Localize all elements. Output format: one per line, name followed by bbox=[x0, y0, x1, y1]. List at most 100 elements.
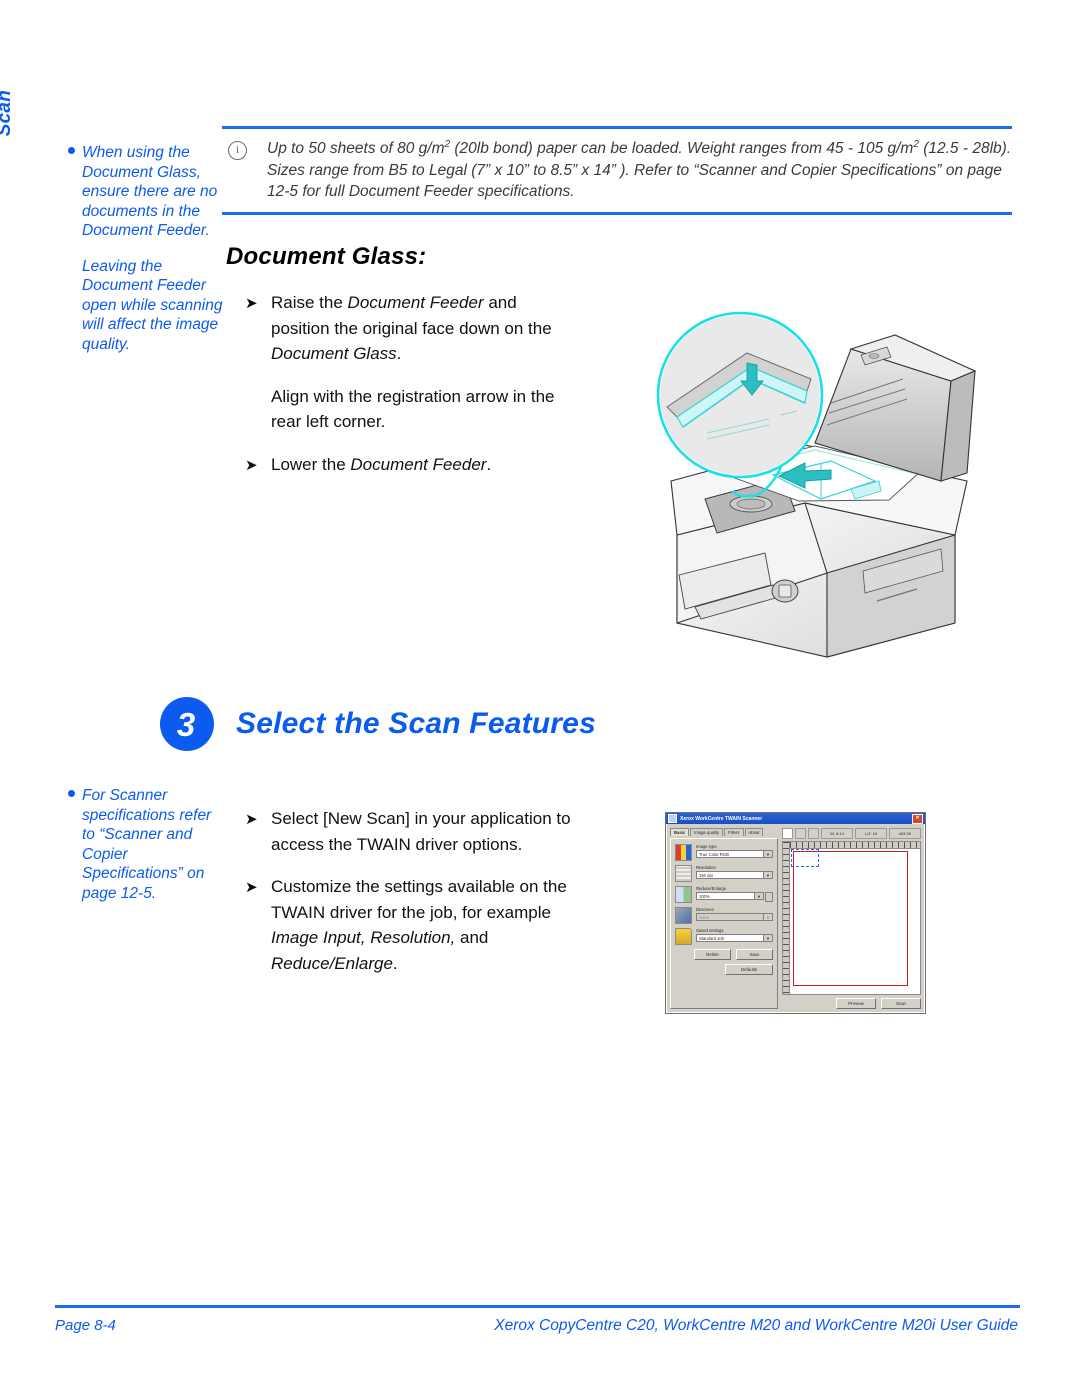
note-line-1a: Up to 50 sheets of 80 g/m bbox=[267, 140, 445, 157]
descreen-select[interactable]: None ▼ bbox=[696, 913, 773, 921]
instruction-item: ➤ Lower the Document Feeder. bbox=[245, 452, 575, 478]
instruction-text: Select [New Scan] in your application to… bbox=[271, 809, 571, 854]
tab-image-quality[interactable]: Image quality bbox=[690, 828, 724, 836]
step-title: Select the Scan Features bbox=[236, 707, 596, 740]
defaults-button[interactable]: Defaults bbox=[725, 964, 773, 975]
instruction-continuation: Align with the registration arrow in the… bbox=[271, 386, 555, 432]
resolution-grid-icon bbox=[675, 865, 692, 882]
reduce-enlarge-icon bbox=[675, 886, 692, 903]
field-label: Reduce/Enlarge bbox=[696, 886, 727, 891]
field-value: None bbox=[699, 914, 710, 920]
preview-canvas[interactable] bbox=[789, 848, 921, 995]
readout-size: 453 0K bbox=[889, 828, 921, 839]
document-page: Scan When using the Document Glass, ensu… bbox=[0, 0, 1080, 1388]
twain-scanner-dialog[interactable]: Xerox WorkCentre TWAIN Scanner ✕ Basic I… bbox=[665, 812, 926, 1014]
arrow-bullet-icon: ➤ bbox=[245, 294, 258, 312]
reduce-enlarge-select[interactable]: 100% ▼ bbox=[696, 892, 764, 900]
field-value: 100% bbox=[699, 893, 710, 899]
field-label: Saved settings bbox=[696, 928, 724, 933]
horizontal-ruler bbox=[789, 841, 921, 848]
field-value: Standard Job bbox=[699, 935, 724, 941]
instruction-item: ➤ Customize the settings available on th… bbox=[245, 874, 580, 976]
note-text: Up to 50 sheets of 80 g/m 2 (20lb bond) p… bbox=[267, 138, 1012, 203]
tab-basic[interactable]: Basic bbox=[670, 828, 690, 836]
preview-marquee[interactable] bbox=[791, 849, 819, 867]
vertical-ruler bbox=[782, 841, 789, 995]
chevron-down-icon[interactable]: ▼ bbox=[754, 893, 763, 899]
instruction-text: Raise the Document Feeder and position t… bbox=[271, 293, 552, 363]
scan-button[interactable]: Scan bbox=[881, 998, 921, 1009]
tab-about[interactable]: About bbox=[744, 828, 764, 836]
info-icon: i bbox=[228, 141, 247, 160]
field-descreen: Descreen None ▼ bbox=[675, 907, 773, 924]
select-area-icon[interactable] bbox=[782, 828, 793, 839]
bullet-icon bbox=[68, 147, 75, 154]
saved-settings-select[interactable]: Standard Job ▼ bbox=[696, 934, 773, 942]
zoom-in-icon[interactable] bbox=[795, 828, 806, 839]
preview-button[interactable]: Preview bbox=[836, 998, 876, 1009]
preview-toolbar: W: 8.14 L/Z: 19 453 0K bbox=[782, 828, 921, 839]
field-label: Resolution bbox=[696, 865, 716, 870]
chevron-down-icon[interactable]: ▼ bbox=[763, 914, 772, 920]
instruction-text: Customize the settings available on the … bbox=[271, 877, 567, 973]
scan-feature-instructions: ➤ Select [New Scan] in your application … bbox=[245, 806, 580, 976]
copier-illustration bbox=[655, 285, 985, 665]
tab-filters[interactable]: Filters bbox=[724, 828, 744, 836]
bullet-icon bbox=[68, 790, 75, 797]
field-resolution: Resolution 150 dpi ▼ bbox=[675, 865, 773, 882]
field-reduce-enlarge: Reduce/Enlarge 100% ▼ bbox=[675, 886, 773, 903]
note-superscript: 2 bbox=[913, 138, 919, 150]
chevron-down-icon[interactable]: ▼ bbox=[763, 872, 772, 878]
dialog-preview-pane: W: 8.14 L/Z: 19 453 0K Preview Scan bbox=[782, 828, 921, 1009]
copier-illustration-svg bbox=[656, 311, 977, 658]
guide-title: Xerox CopyCentre C20, WorkCentre M20 and… bbox=[494, 1317, 1018, 1334]
margin-note-document-glass: When using the Document Glass, ensure th… bbox=[68, 143, 227, 354]
page-number: Page 8-4 bbox=[55, 1317, 116, 1334]
save-button[interactable]: Save bbox=[736, 949, 773, 960]
dialog-titlebar: Xerox WorkCentre TWAIN Scanner ✕ bbox=[666, 813, 925, 824]
field-saved-settings: Saved settings Standard Job ▼ bbox=[675, 928, 773, 945]
color-swatch-icon bbox=[675, 844, 692, 861]
dialog-settings-pane: Basic Image quality Filters About Image … bbox=[670, 828, 778, 1009]
chevron-down-icon[interactable]: ▼ bbox=[763, 851, 772, 857]
readout-length: L/Z: 19 bbox=[855, 828, 887, 839]
field-value: True Color RGB bbox=[699, 851, 729, 857]
arrow-bullet-icon: ➤ bbox=[245, 455, 258, 474]
margin-note-scanner-specs: For Scanner specifications refer to “Sca… bbox=[68, 786, 227, 903]
margin-note-paragraph: When using the Document Glass, ensure th… bbox=[82, 144, 218, 239]
field-label: Image type bbox=[696, 844, 717, 849]
descreen-icon bbox=[675, 907, 692, 924]
arrow-bullet-icon: ➤ bbox=[245, 878, 258, 896]
resolution-select[interactable]: 150 dpi ▼ bbox=[696, 871, 773, 879]
instruction-item: ➤ Raise the Document Feeder and position… bbox=[245, 290, 575, 367]
instruction-item: ➤ Select [New Scan] in your application … bbox=[245, 806, 580, 857]
chapter-side-tab-label: Scan bbox=[0, 90, 15, 137]
image-type-select[interactable]: True Color RGB ▼ bbox=[696, 850, 773, 858]
close-icon[interactable]: ✕ bbox=[912, 813, 923, 824]
dialog-title: Xerox WorkCentre TWAIN Scanner bbox=[680, 815, 763, 822]
chevron-down-icon[interactable]: ▼ bbox=[763, 935, 772, 941]
reduce-enlarge-stepper[interactable] bbox=[765, 892, 773, 902]
note-rule-bottom bbox=[222, 211, 1012, 215]
margin-note-paragraph: For Scanner specifications refer to “Sca… bbox=[82, 787, 212, 902]
step-number-badge: 3 bbox=[160, 697, 214, 751]
page-footer: Page 8-4 Xerox CopyCentre C20, WorkCentr… bbox=[55, 1305, 1020, 1335]
instruction-text: Lower the Document Feeder. bbox=[271, 454, 492, 474]
dialog-tabs: Basic Image quality Filters About bbox=[670, 828, 778, 836]
field-value: 150 dpi bbox=[699, 872, 713, 878]
document-glass-instructions: ➤ Raise the Document Feeder and position… bbox=[245, 290, 575, 477]
scanner-app-icon bbox=[668, 814, 677, 823]
note-line-1b: (20lb bond) paper can be loaded. Weight … bbox=[450, 140, 914, 157]
zoom-out-icon[interactable] bbox=[808, 828, 819, 839]
readout-width: W: 8.14 bbox=[821, 828, 853, 839]
section-heading-document-glass: Document Glass: bbox=[226, 243, 427, 270]
info-note-box: i Up to 50 sheets of 80 g/m 2 (20lb bond)… bbox=[222, 126, 1012, 215]
scan-area-selection[interactable] bbox=[793, 851, 908, 986]
margin-note-paragraph: Leaving the Document Feeder open while s… bbox=[82, 257, 223, 353]
folder-icon bbox=[675, 928, 692, 945]
arrow-bullet-icon: ➤ bbox=[245, 810, 258, 828]
field-label: Descreen bbox=[696, 907, 714, 912]
delete-button[interactable]: Delete bbox=[694, 949, 731, 960]
step-heading: 3 Select the Scan Features bbox=[160, 697, 596, 751]
chapter-side-tab: Scan bbox=[0, 0, 16, 136]
